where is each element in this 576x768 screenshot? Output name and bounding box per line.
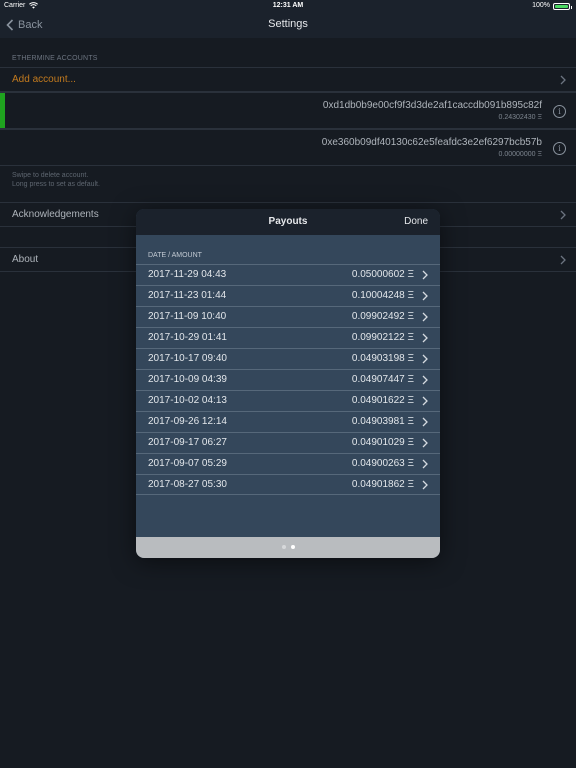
- page-dot[interactable]: [290, 545, 295, 549]
- status-bar: Carrier 12:31 AM 100%: [0, 0, 576, 12]
- payout-amount: 0.10004248 Ξ: [351, 290, 414, 301]
- payout-amount: 0.04901862 Ξ: [351, 479, 414, 490]
- account-balance: 0.24302430 Ξ: [498, 114, 542, 121]
- payout-date: 2017-10-17 09:40: [148, 353, 227, 364]
- payout-date: 2017-09-07 05:29: [148, 458, 227, 469]
- navigation-bar: Back Settings: [0, 12, 576, 38]
- status-time: 12:31 AM: [272, 2, 304, 9]
- account-balance: 0.00000000 Ξ: [498, 151, 542, 158]
- payout-date: 2017-11-09 10:40: [148, 311, 227, 322]
- battery-percent: 100%: [532, 2, 550, 9]
- page-dot[interactable]: [281, 545, 286, 549]
- payout-amount: 0.04907447 Ξ: [351, 374, 414, 385]
- payout-amount: 0.04903981 Ξ: [351, 416, 414, 427]
- payout-date: 2017-09-26 12:14: [148, 416, 227, 427]
- payout-date: 2017-11-29 04:43: [148, 269, 227, 280]
- account-address: 0xe360b09df40130c62e5feafdc3e2ef6297bcb5…: [321, 137, 542, 148]
- payout-amount: 0.04901622 Ξ: [351, 395, 414, 406]
- payout-amount: 0.09902492 Ξ: [351, 311, 414, 322]
- long-press-hint: Long press to set as default.: [12, 181, 100, 188]
- payout-row[interactable]: 2017-11-29 04:43 0.05000602 Ξ: [136, 264, 440, 285]
- account-row[interactable]: 0xd1db0b9e00cf9f3d3de2af1caccdb091b895c8…: [0, 92, 576, 129]
- date-amount-header: DATE / AMOUNT: [148, 252, 202, 259]
- page-indicator[interactable]: [136, 545, 440, 549]
- page-title: Settings: [268, 18, 308, 30]
- payout-row[interactable]: 2017-08-27 05:30 0.04901862 Ξ: [136, 474, 440, 495]
- payout-row[interactable]: 2017-11-23 01:44 0.10004248 Ξ: [136, 285, 440, 306]
- modal-header: Payouts Done: [136, 209, 440, 235]
- info-icon[interactable]: i: [553, 105, 566, 118]
- done-button[interactable]: Done: [404, 216, 428, 227]
- account-address: 0xd1db0b9e00cf9f3d3de2af1caccdb091b895c8…: [322, 100, 542, 111]
- payout-date: 2017-08-27 05:30: [148, 479, 227, 490]
- default-account-indicator: [0, 93, 5, 128]
- chevron-right-icon: [422, 354, 428, 364]
- chevron-right-icon: [422, 396, 428, 406]
- payout-date: 2017-10-09 04:39: [148, 374, 227, 385]
- payout-list: 2017-11-29 04:43 0.05000602 Ξ 2017-11-23 0…: [136, 264, 440, 495]
- chevron-right-icon: [422, 375, 428, 385]
- payout-date: 2017-11-23 01:44: [148, 290, 227, 301]
- acknowledgements-label: Acknowledgements: [12, 209, 99, 220]
- modal-footer: [136, 537, 440, 558]
- payout-row[interactable]: 2017-09-26 12:14 0.04903981 Ξ: [136, 411, 440, 432]
- payout-date: 2017-09-17 06:27: [148, 437, 227, 448]
- chevron-right-icon: [560, 210, 566, 220]
- payout-row[interactable]: 2017-09-07 05:29 0.04900263 Ξ: [136, 453, 440, 474]
- chevron-right-icon: [560, 75, 566, 85]
- chevron-right-icon: [560, 255, 566, 265]
- payout-row[interactable]: 2017-10-09 04:39 0.04907447 Ξ: [136, 369, 440, 390]
- add-account-row[interactable]: Add account...: [0, 67, 576, 92]
- add-account-label: Add account...: [12, 74, 76, 85]
- payout-row[interactable]: 2017-09-17 06:27 0.04901029 Ξ: [136, 432, 440, 453]
- about-label: About: [12, 254, 39, 265]
- modal-title: Payouts: [268, 216, 308, 227]
- payout-amount: 0.09902122 Ξ: [351, 332, 414, 343]
- payout-date: 2017-10-02 04:13: [148, 395, 227, 406]
- payout-date: 2017-10-29 01:41: [148, 332, 227, 343]
- payout-row[interactable]: 2017-10-02 04:13 0.04901622 Ξ: [136, 390, 440, 411]
- chevron-right-icon: [422, 459, 428, 469]
- chevron-right-icon: [422, 291, 428, 301]
- chevron-right-icon: [422, 333, 428, 343]
- payout-row[interactable]: 2017-11-09 10:40 0.09902492 Ξ: [136, 306, 440, 327]
- payouts-modal: Payouts Done DATE / AMOUNT 2017-11-29 04…: [136, 209, 440, 558]
- swipe-hint: Swipe to delete account.: [12, 172, 89, 179]
- battery-icon: [553, 3, 572, 10]
- payout-row[interactable]: 2017-10-29 01:41 0.09902122 Ξ: [136, 327, 440, 348]
- payout-amount: 0.04901029 Ξ: [351, 437, 414, 448]
- info-icon[interactable]: i: [553, 142, 566, 155]
- chevron-right-icon: [422, 270, 428, 280]
- chevron-right-icon: [422, 312, 428, 322]
- payout-amount: 0.04900263 Ξ: [351, 458, 414, 469]
- account-row[interactable]: 0xe360b09df40130c62e5feafdc3e2ef6297bcb5…: [0, 129, 576, 166]
- payout-row[interactable]: 2017-10-17 09:40 0.04903198 Ξ: [136, 348, 440, 369]
- payout-amount: 0.04903198 Ξ: [351, 353, 414, 364]
- chevron-right-icon: [422, 480, 428, 490]
- chevron-right-icon: [422, 438, 428, 448]
- chevron-right-icon: [422, 417, 428, 427]
- payout-amount: 0.05000602 Ξ: [351, 269, 414, 280]
- accounts-section-header: ETHERMINE ACCOUNTS: [12, 55, 98, 62]
